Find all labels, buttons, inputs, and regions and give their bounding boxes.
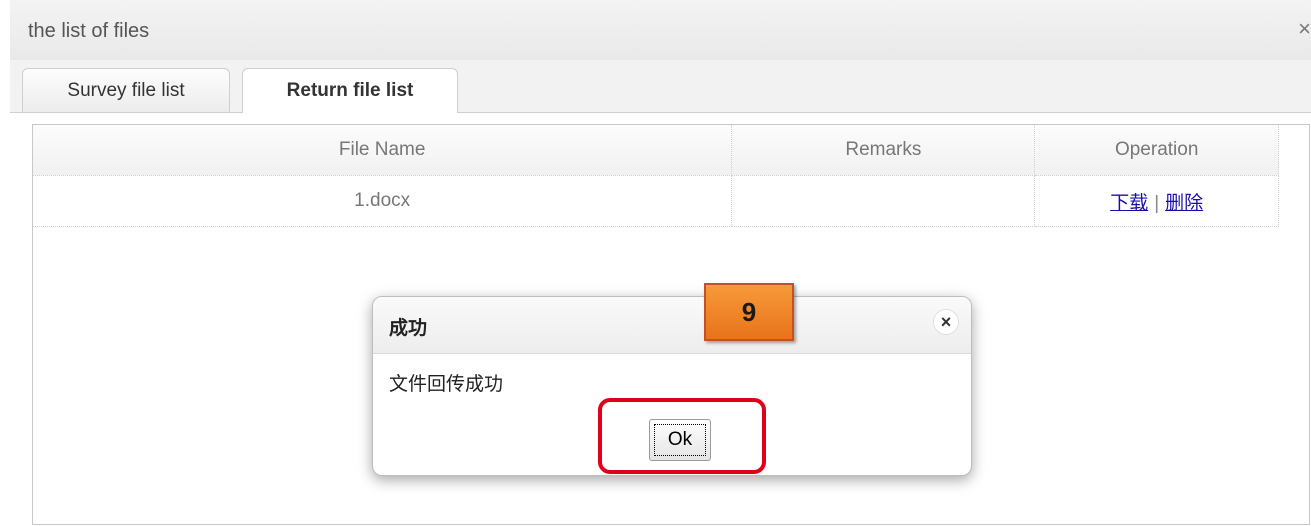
table-header-row: File Name Remarks Operation: [33, 125, 1279, 176]
tab-return-file-list[interactable]: Return file list: [242, 68, 458, 113]
dialog-header: 成功 ×: [373, 297, 971, 354]
step-number-badge: 9: [704, 283, 794, 341]
window-title: the list of files: [28, 20, 150, 42]
cell-remarks: [731, 175, 1036, 227]
file-list-window: the list of files × Survey file list Ret…: [0, 0, 1311, 526]
tab-strip: Survey file list Return file list: [10, 60, 1311, 113]
table-row: 1.docx 下载 | 删除: [33, 175, 1279, 227]
dialog-title: 成功: [389, 318, 428, 339]
cell-file-name: 1.docx: [33, 175, 733, 227]
download-link[interactable]: 下载: [1110, 193, 1148, 214]
file-table: File Name Remarks Operation 1.docx 下载 | 删除: [33, 125, 1279, 227]
window-title-bar: the list of files ×: [10, 0, 1311, 61]
delete-link[interactable]: 删除: [1165, 193, 1203, 214]
dialog-message: 文件回传成功: [389, 374, 504, 395]
column-header-remarks: Remarks: [731, 125, 1036, 176]
close-icon[interactable]: ×: [1298, 16, 1311, 42]
column-header-file-name: File Name: [33, 125, 733, 176]
column-header-operation: Operation: [1034, 125, 1279, 176]
dialog-close-icon[interactable]: ×: [933, 309, 959, 335]
operation-separator: |: [1154, 192, 1160, 214]
ok-button-highlight: [598, 398, 766, 474]
tab-survey-file-list[interactable]: Survey file list: [22, 68, 230, 112]
cell-operation: 下载 | 删除: [1034, 175, 1279, 227]
